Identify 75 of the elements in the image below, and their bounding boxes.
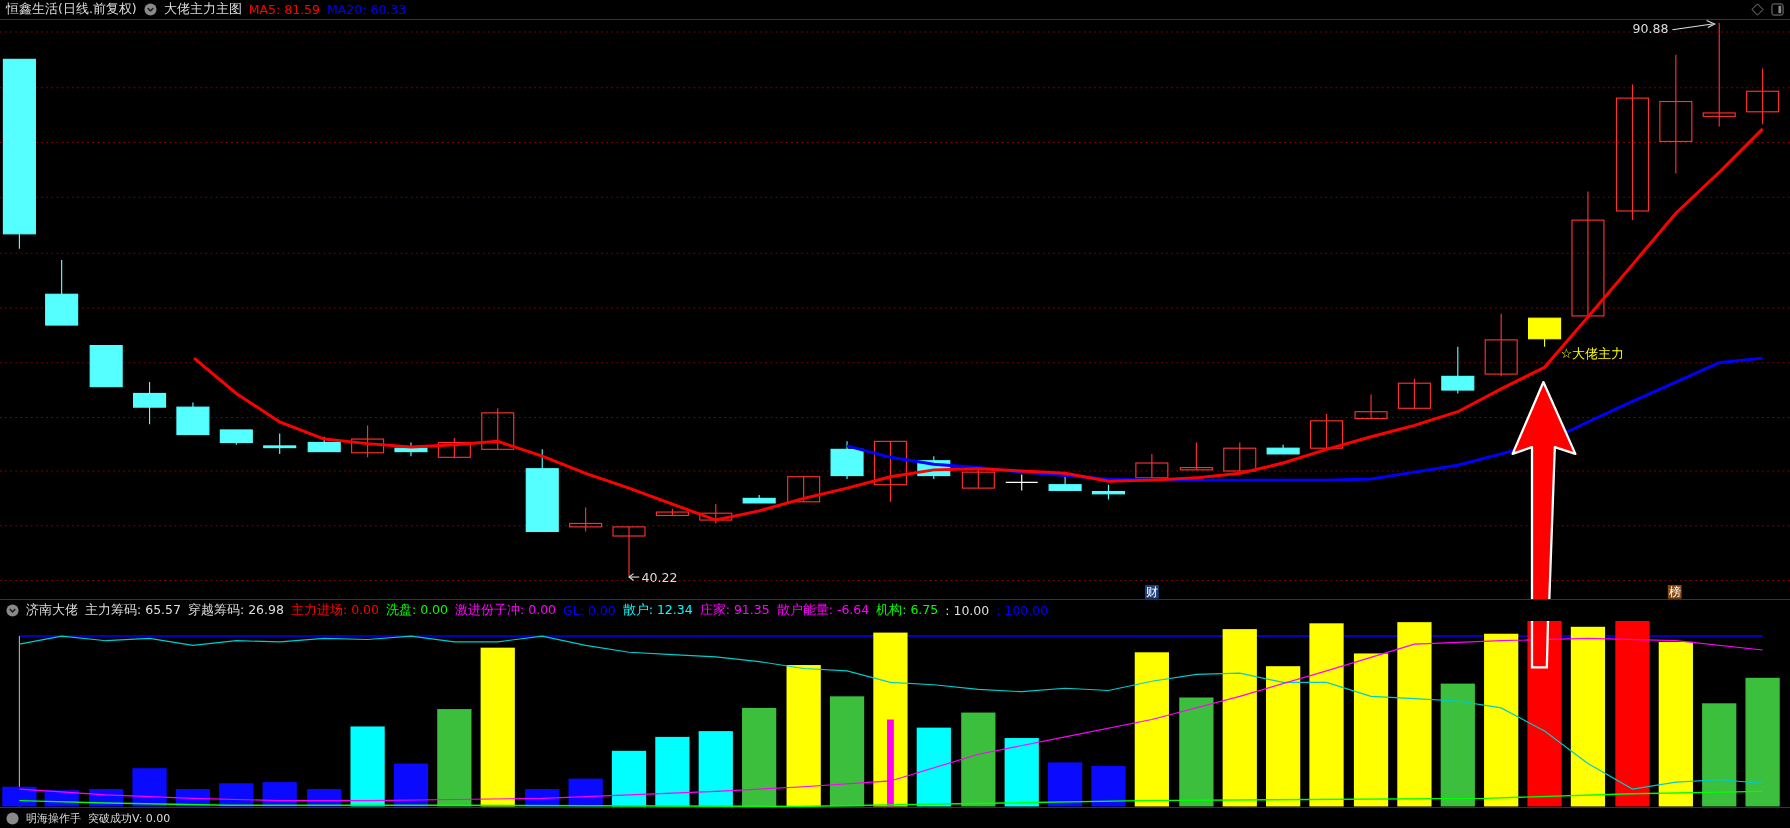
candlestick	[787, 476, 821, 503]
indicator-reading: : 100.00	[996, 603, 1049, 619]
candlestick	[307, 436, 341, 453]
indicator-reading: : 10.00	[945, 603, 990, 619]
candlestick	[394, 441, 428, 457]
candlestick	[1091, 484, 1126, 501]
candlestick	[1005, 473, 1039, 491]
volume-bar	[1047, 762, 1083, 807]
candlestick	[351, 424, 385, 458]
indicator-reading: 穿越筹码: 26.98	[188, 602, 284, 620]
candlestick	[1484, 313, 1518, 377]
candlestick	[176, 402, 210, 436]
indicator-reading: 庄家: 91.35	[699, 602, 770, 620]
candlestick	[219, 429, 253, 446]
panel-title: 济南大佬	[26, 602, 78, 620]
volume-bar	[1091, 766, 1126, 807]
candlestick	[1397, 378, 1431, 409]
candlestick	[1179, 441, 1213, 471]
price-arrow	[628, 573, 640, 582]
candlestick	[830, 440, 864, 480]
dropdown-icon[interactable]	[6, 811, 19, 825]
candlestick	[1223, 441, 1257, 472]
volume-bar	[262, 782, 297, 807]
volume-bar	[1004, 738, 1039, 807]
candlestick	[1354, 394, 1388, 420]
high-price-label: 90.88	[1632, 21, 1669, 37]
indicator-reading: 洗盘: 0.00	[386, 602, 449, 620]
candlestick	[133, 381, 167, 425]
indicator-reading: GL: 0.00	[563, 603, 616, 619]
candlestick	[699, 503, 733, 525]
price-arrow	[1671, 20, 1716, 31]
volume-bar	[568, 778, 603, 807]
volume-bar	[175, 789, 211, 807]
candlestick	[45, 259, 79, 326]
volume-bar	[393, 763, 429, 807]
candlestick	[1135, 453, 1169, 479]
candlestick	[263, 432, 297, 455]
low-price-label: 40.22	[641, 569, 678, 585]
candlestick	[1746, 67, 1780, 125]
candlestick	[1309, 413, 1344, 449]
volume-bar	[2, 787, 37, 807]
stock-title: 恒鑫生活(日线.前复权)	[6, 1, 137, 18]
candlestick	[1048, 476, 1082, 491]
indicator-reading: 机构: 6.75	[876, 602, 939, 620]
candlestick	[917, 455, 951, 480]
ma-reading: MA20: 60.33	[327, 2, 407, 17]
indicator-reading: 主力进场: 0.00	[290, 602, 379, 620]
event-marker[interactable]: 财	[1145, 585, 1159, 600]
candlestick	[1528, 317, 1562, 348]
indicator-name: 大佬主力主图	[163, 1, 242, 18]
indicator-reading: 主力筹码: 65.57	[85, 602, 181, 620]
candlestick	[742, 494, 776, 504]
candlestick	[1441, 346, 1475, 394]
candlestick	[655, 508, 689, 517]
panel-toggle-icon[interactable]	[1771, 3, 1784, 16]
panel-title: 明海操作手	[26, 810, 81, 826]
candlestick	[437, 437, 471, 458]
candlestick	[873, 440, 907, 503]
volume-bar	[655, 737, 690, 807]
candlestick	[1266, 444, 1300, 455]
dropdown-icon[interactable]	[143, 3, 157, 16]
indicator-reading: 激进份子冲: 0.00	[455, 602, 557, 620]
ma-reading: MA5: 81.59	[248, 2, 320, 17]
indicator-reading: 突破成功V: 0.00	[88, 810, 171, 826]
volume-bar	[132, 768, 167, 807]
candlestick	[481, 407, 515, 450]
up-arrow	[1529, 621, 1550, 669]
candlestick	[569, 506, 603, 532]
signal-label: ☆大佬主力	[1560, 346, 1625, 362]
volume-bar	[611, 751, 647, 807]
dropdown-icon[interactable]	[6, 604, 19, 618]
event-marker[interactable]: 榜	[1667, 585, 1682, 600]
indicator-reading: 散户: 12.34	[622, 602, 693, 620]
indicator-reading: 散户能量: -6.64	[776, 602, 870, 620]
candlestick	[89, 345, 123, 388]
